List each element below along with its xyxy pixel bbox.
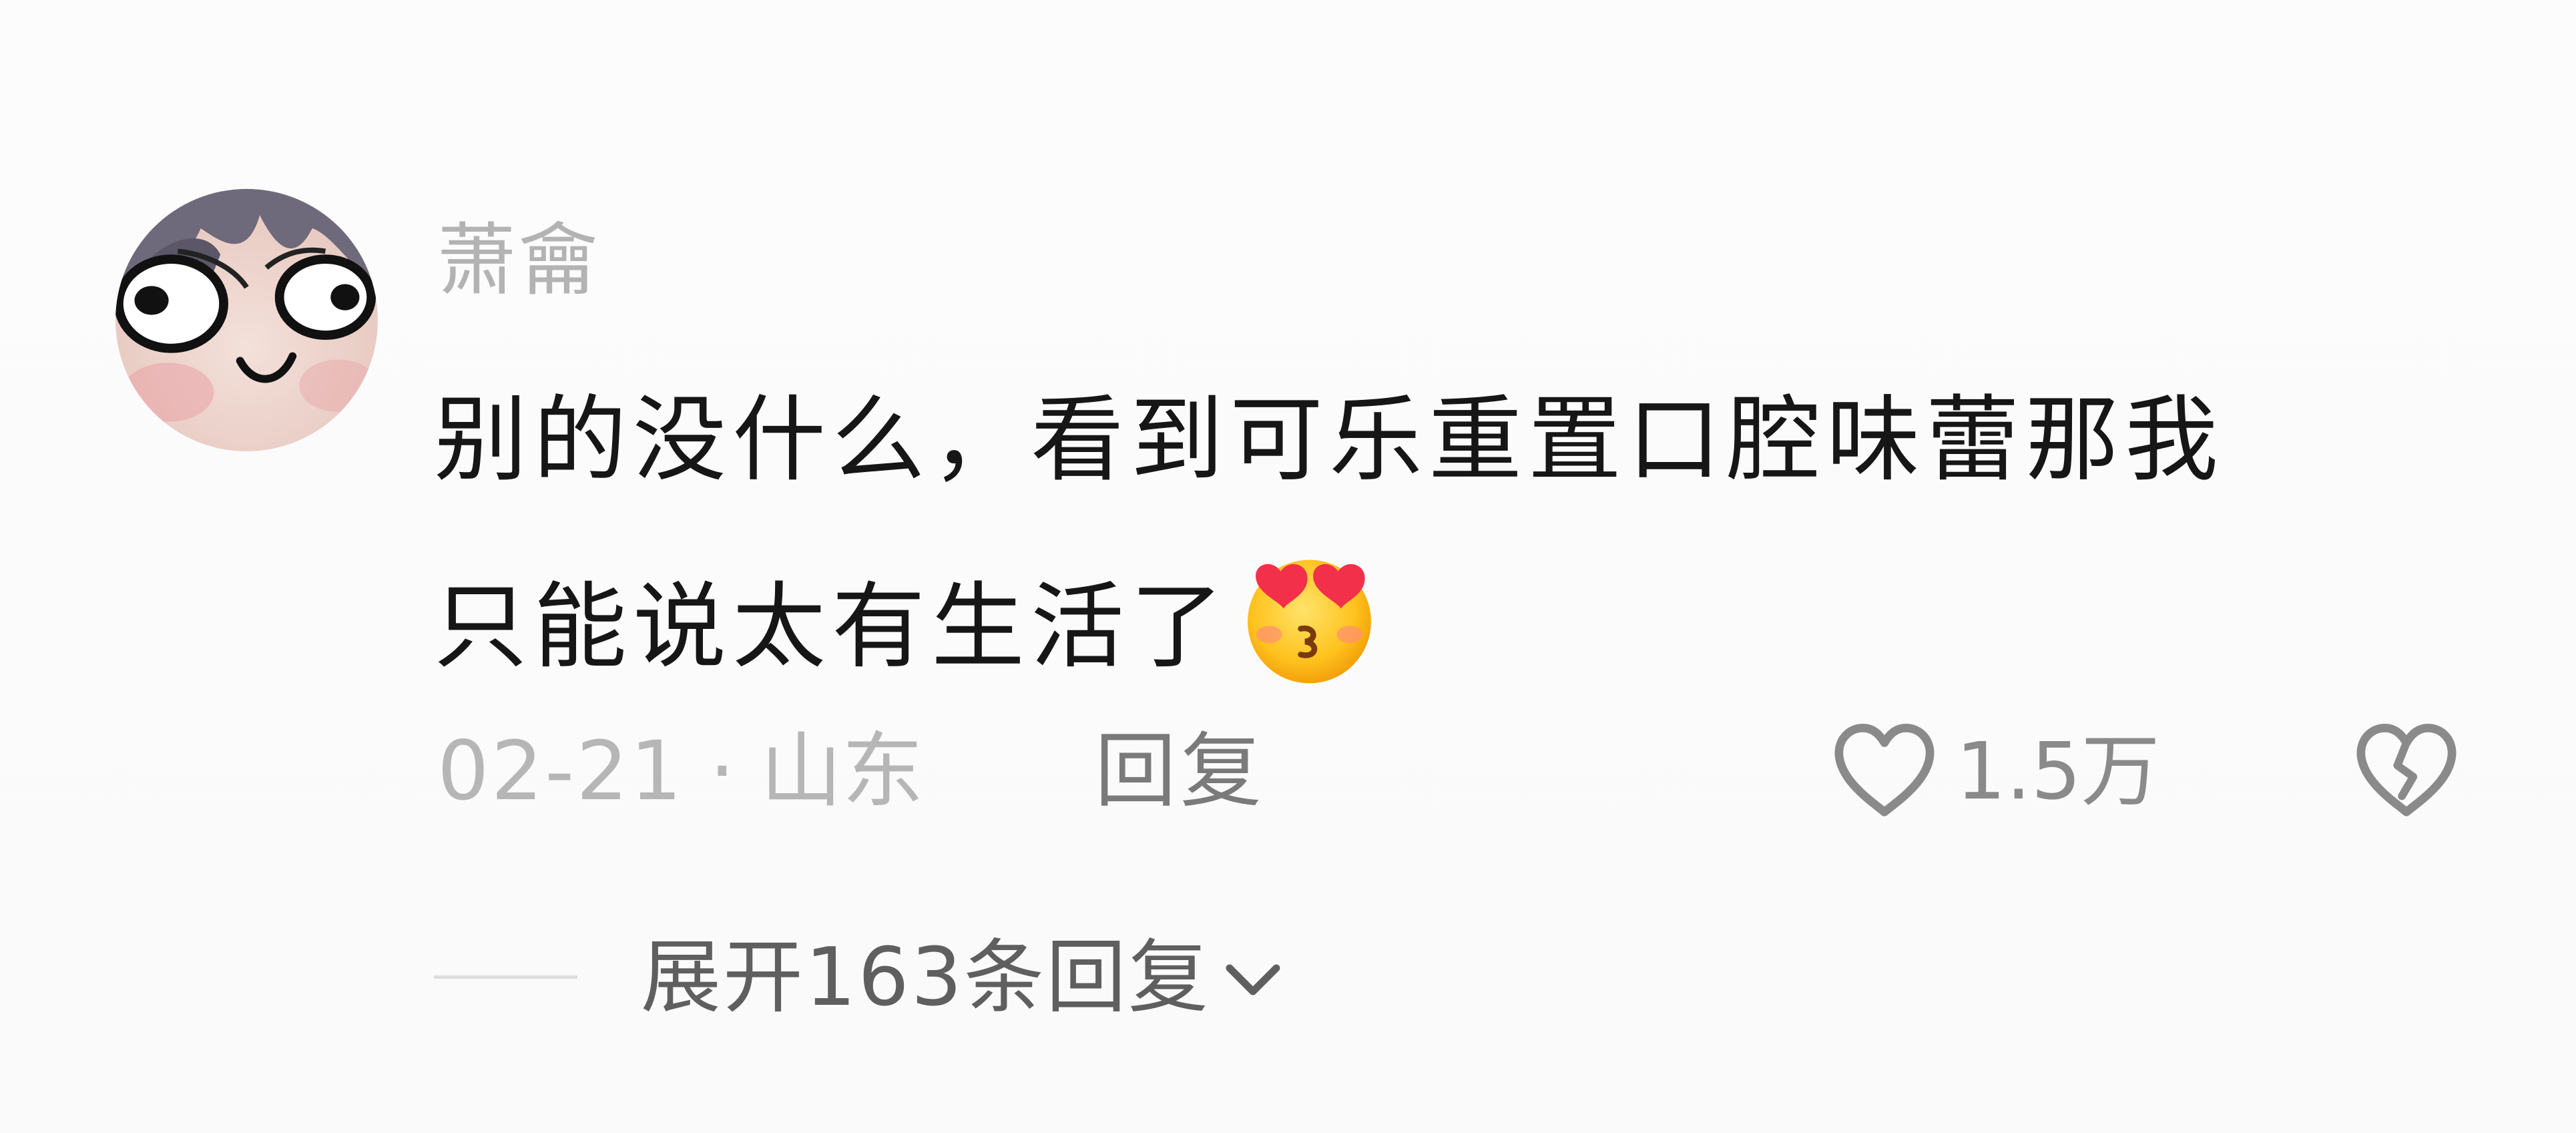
expand-divider <box>434 975 577 979</box>
comment-line-2: 只能说太有生活了 <box>434 534 2470 721</box>
chevron-down-icon <box>1226 964 1280 995</box>
expand-replies-button[interactable]: 展开163条回复 <box>641 925 1286 1032</box>
reply-button[interactable]: 回复 <box>1095 718 1266 825</box>
heart-outline-icon <box>1834 724 1935 817</box>
like-count: 1.5万 <box>1956 725 2160 817</box>
comment-location: 山东 <box>760 724 924 819</box>
avatar[interactable] <box>115 189 378 451</box>
expand-replies-label: 展开163条回复 <box>641 931 1211 1024</box>
comment-date: 02-21 <box>437 724 684 819</box>
comment-page: 萧龠 别的没什么，看到可乐重置口腔味蕾那我 只能说太有生活了 02-21 · 山… <box>0 0 2576 1133</box>
comment-line-2-text: 只能说太有生活了 <box>434 573 1230 682</box>
heart-eyes-kiss-emoji <box>1238 545 1381 689</box>
comment-meta: 02-21 · 山东 <box>437 718 923 825</box>
meta-separator: · <box>709 724 736 819</box>
comment-text: 别的没什么，看到可乐重置口腔味蕾那我 只能说太有生活了 <box>434 347 2470 721</box>
dislike-button[interactable] <box>2350 714 2463 828</box>
broken-heart-icon <box>2356 724 2457 817</box>
like-button[interactable]: 1.5万 <box>1828 714 2160 828</box>
username[interactable]: 萧龠 <box>437 210 600 310</box>
comment-line-1: 别的没什么，看到可乐重置口腔味蕾那我 <box>434 386 2225 495</box>
